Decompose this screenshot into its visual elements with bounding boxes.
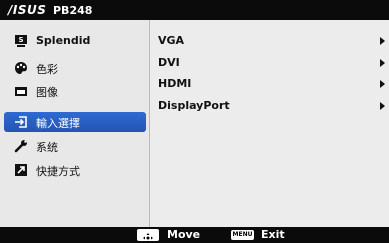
menu-item-input-select[interactable]: 輸入選擇 [4, 112, 146, 132]
option-displayport[interactable]: DisplayPort [158, 99, 387, 113]
joystick-icon [137, 229, 159, 243]
arrow-right-icon [380, 37, 385, 45]
submenu: VGA DVI HDMI DisplayPort [150, 20, 389, 227]
splendid-icon: S [15, 35, 27, 47]
menu-item-label: 快捷方式 [36, 165, 80, 178]
footer-bar: Move MENU Exit [0, 227, 389, 243]
brand-logo: /ISUS [8, 3, 47, 17]
main-menu: S Splendid 色彩 图像 輸入選擇 系统 快捷方式 [0, 20, 150, 227]
option-dvi[interactable]: DVI [158, 56, 387, 70]
menu-item-image[interactable]: 图像 [4, 81, 146, 101]
menu-item-color[interactable]: 色彩 [4, 58, 146, 78]
option-label: DVI [158, 56, 180, 69]
option-hdmi[interactable]: HDMI [158, 77, 387, 91]
option-label: DisplayPort [158, 99, 230, 112]
input-select-icon [15, 116, 27, 128]
palette-icon [15, 62, 27, 74]
menu-item-label: 色彩 [36, 63, 58, 76]
menu-item-label: 系统 [36, 141, 58, 154]
option-label: HDMI [158, 77, 192, 90]
menu-item-splendid[interactable]: S Splendid [4, 31, 146, 51]
arrow-right-icon [380, 102, 385, 110]
menu-item-label: 輸入選擇 [36, 117, 80, 130]
menu-key-icon: MENU [231, 230, 254, 240]
menu-item-label: Splendid [36, 34, 91, 47]
option-label: VGA [158, 34, 185, 47]
menu-item-label: 图像 [36, 86, 58, 99]
osd-window: /ISUS PB248 S Splendid 色彩 图像 輸入選擇 系统 快捷方… [0, 0, 389, 243]
menu-item-system[interactable]: 系统 [4, 136, 146, 156]
title-bar: /ISUS PB248 [0, 0, 389, 20]
wrench-icon [14, 140, 27, 153]
move-label: Move [167, 228, 201, 241]
arrow-right-icon [380, 80, 385, 88]
shortcut-icon [15, 164, 27, 176]
arrow-right-icon [380, 59, 385, 67]
option-vga[interactable]: VGA [158, 34, 387, 48]
menu-item-shortcut[interactable]: 快捷方式 [4, 160, 146, 180]
svg-text:S: S [18, 36, 23, 44]
exit-label: Exit [261, 228, 285, 241]
image-icon [15, 87, 27, 96]
menu-panel: S Splendid 色彩 图像 輸入選擇 系统 快捷方式 VGA DVI HD… [0, 20, 389, 227]
model-name: PB248 [53, 4, 93, 17]
